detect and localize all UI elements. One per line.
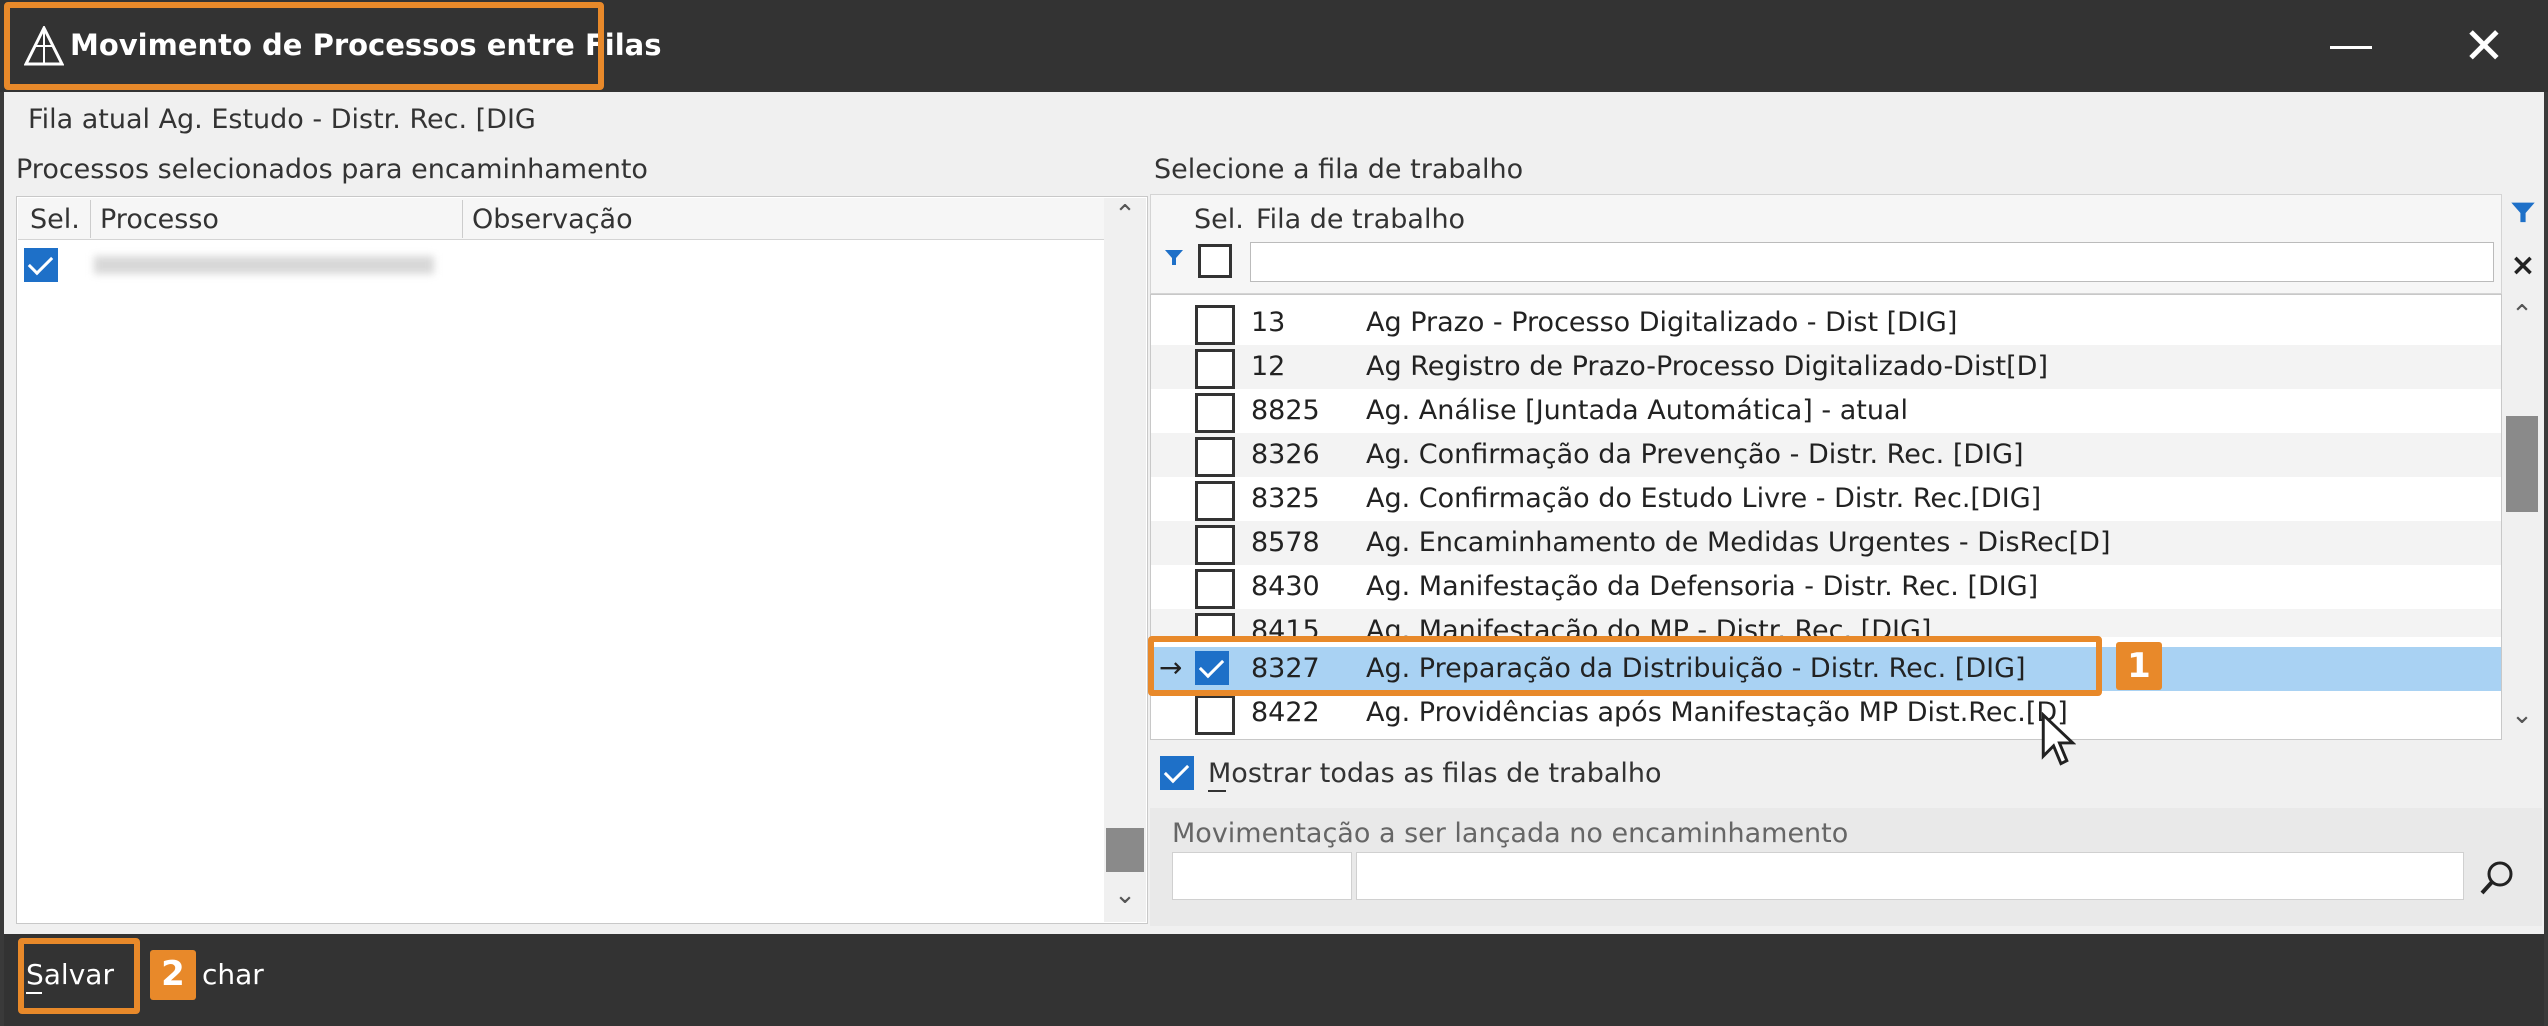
col-sel[interactable]: Sel.	[30, 204, 80, 235]
col-processo[interactable]: Processo	[100, 204, 219, 235]
queue-number: 8415	[1251, 615, 1320, 637]
clear-filter-icon[interactable]: ×	[2508, 248, 2538, 283]
filter-toggle-icon[interactable]	[2510, 200, 2536, 226]
search-icon[interactable]	[2478, 858, 2518, 898]
processo-number-blurred	[94, 256, 434, 274]
list-item[interactable]: 12 Ag Registro de Prazo-Processo Digital…	[1151, 345, 2501, 389]
select-all-checkbox[interactable]	[1198, 244, 1232, 278]
callout-badge-2: 2	[150, 950, 196, 1000]
col-sel[interactable]: Sel.	[1194, 204, 1244, 235]
save-highlight	[18, 938, 140, 1014]
show-all-label[interactable]: Mostrar todas as filas de trabalho	[1208, 758, 1662, 789]
queue-number: 12	[1251, 351, 1286, 382]
list-item[interactable]: 8422 Ag. Providências após Manifestação …	[1151, 691, 2501, 735]
table-row[interactable]	[20, 244, 1104, 286]
col-divider	[90, 200, 91, 238]
row-checkbox[interactable]	[1195, 569, 1235, 609]
queue-number: 8325	[1251, 483, 1320, 514]
queue-name: Ag. Confirmação da Prevenção - Distr. Re…	[1366, 439, 2024, 470]
queue-list-scrollbar[interactable]	[2502, 294, 2542, 740]
queue-number: 8825	[1251, 395, 1320, 426]
row-checkbox[interactable]	[1195, 305, 1235, 345]
movement-label: Movimentação a ser lançada no encaminham…	[1172, 818, 1849, 849]
footer-bar	[4, 934, 2544, 1026]
scroll-thumb[interactable]	[2506, 416, 2538, 512]
movement-code-input[interactable]	[1172, 852, 1352, 900]
row-checkbox[interactable]	[1195, 349, 1235, 389]
col-divider	[462, 200, 463, 238]
queue-number: 8326	[1251, 439, 1320, 470]
title-highlight	[4, 2, 604, 90]
queue-name: Ag. Confirmação do Estudo Livre - Distr.…	[1366, 483, 2042, 514]
queue-number: 13	[1251, 307, 1286, 338]
col-fila-de-trabalho[interactable]: Fila de trabalho	[1256, 204, 1465, 235]
scroll-up-icon[interactable]: ⌃	[1104, 200, 1146, 230]
close-icon[interactable]: ✕	[2458, 20, 2510, 72]
queue-name: Ag Registro de Prazo-Processo Digitaliza…	[1366, 351, 2048, 382]
row-checkbox[interactable]	[1195, 525, 1235, 565]
queue-name: Ag. Manifestação do MP - Distr. Rec. [DI…	[1366, 615, 1932, 637]
list-item[interactable]: 8325 Ag. Confirmação do Estudo Livre - D…	[1151, 477, 2501, 521]
show-all-checkbox[interactable]	[1160, 756, 1194, 790]
queue-number: 8422	[1251, 697, 1320, 728]
mnemonic-underline	[1208, 790, 1226, 792]
row-checkbox[interactable]	[1195, 695, 1235, 735]
selected-processes-grid	[16, 196, 1148, 924]
queue-name: Ag. Encaminhamento de Medidas Urgentes -…	[1366, 527, 2111, 558]
filter-icon[interactable]	[1164, 248, 1184, 268]
callout-badge-1: 1	[2116, 642, 2162, 690]
queue-number: 8430	[1251, 571, 1320, 602]
scroll-up-icon[interactable]: ⌃	[2502, 300, 2542, 330]
scroll-thumb[interactable]	[1106, 828, 1144, 872]
minimize-icon[interactable]	[2330, 46, 2372, 49]
list-item[interactable]: 13 Ag Prazo - Processo Digitalizado - Di…	[1151, 301, 2501, 345]
list-item[interactable]: 8326 Ag. Confirmação da Prevenção - Dist…	[1151, 433, 2501, 477]
queue-number: 8578	[1251, 527, 1320, 558]
scroll-down-icon[interactable]: ⌄	[2502, 700, 2542, 730]
list-item[interactable]: 8415 Ag. Manifestação do MP - Distr. Rec…	[1151, 609, 2501, 637]
queue-name: Ag. Análise [Juntada Automática] - atual	[1366, 395, 1909, 426]
queue-name: Ag. Providências após Manifestação MP Di…	[1366, 697, 2068, 728]
row-checkbox[interactable]	[1195, 393, 1235, 433]
mouse-cursor-icon	[2041, 712, 2076, 766]
row-checkbox[interactable]	[1195, 481, 1235, 521]
row-checkbox[interactable]	[1195, 437, 1235, 477]
left-panel-title: Processos selecionados para encaminhamen…	[16, 154, 648, 185]
current-queue-label: Fila atual Ag. Estudo - Distr. Rec. [DIG	[28, 104, 536, 135]
list-item[interactable]: 8825 Ag. Análise [Juntada Automática] - …	[1151, 389, 2501, 433]
list-item[interactable]: 8578 Ag. Encaminhamento de Medidas Urgen…	[1151, 521, 2501, 565]
right-panel-title: Selecione a fila de trabalho	[1154, 154, 1524, 185]
queue-name: Ag. Manifestação da Defensoria - Distr. …	[1366, 571, 2039, 602]
col-observacao[interactable]: Observação	[472, 204, 633, 235]
row-checkbox[interactable]	[1195, 613, 1235, 637]
selected-row-highlight	[1148, 636, 2102, 696]
row-checkbox[interactable]	[24, 248, 58, 282]
scroll-down-icon[interactable]: ⌄	[1104, 880, 1146, 910]
queue-filter-input[interactable]	[1250, 242, 2494, 282]
left-scrollbar[interactable]	[1104, 198, 1146, 922]
close-button[interactable]: char	[202, 958, 264, 991]
movement-description-input[interactable]	[1356, 852, 2464, 900]
queue-name: Ag Prazo - Processo Digitalizado - Dist …	[1366, 307, 1958, 338]
list-item[interactable]: 8430 Ag. Manifestação da Defensoria - Di…	[1151, 565, 2501, 609]
